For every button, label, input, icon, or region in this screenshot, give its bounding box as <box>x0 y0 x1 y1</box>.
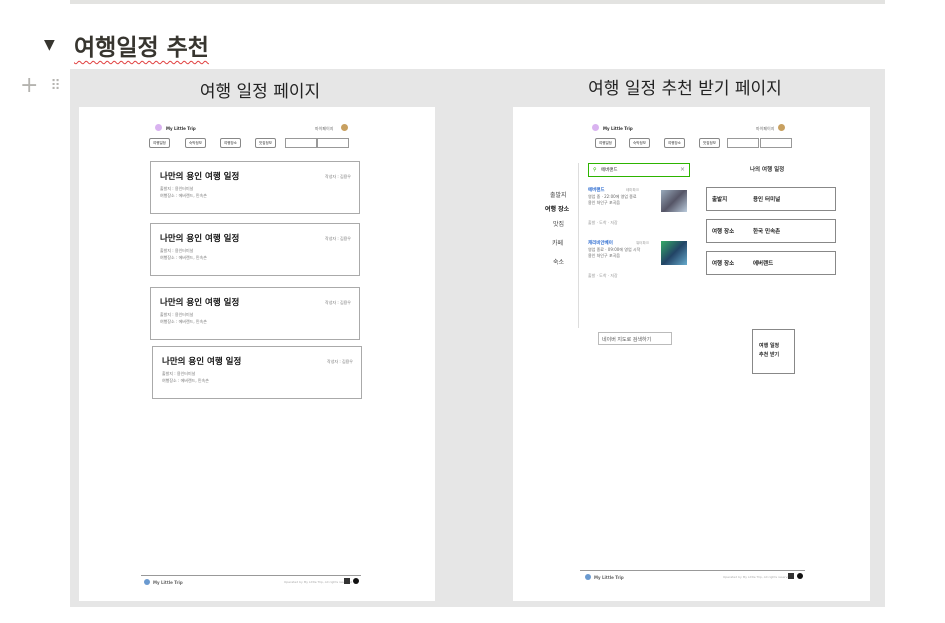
sidebar-item-lodging[interactable]: 숙소 <box>553 257 564 266</box>
plan-row-2[interactable]: 여행 장소 한국 민속촌 <box>706 219 836 243</box>
toggle-title[interactable]: 여행일정 추천 <box>74 28 209 62</box>
result-name: 캐리비안베이 <box>588 241 613 246</box>
footer-divider <box>141 575 361 576</box>
left-column-title: 여행 일정 페이지 <box>199 82 321 102</box>
card-start: 출발지 : 용인터미널 <box>160 312 194 317</box>
right-page-mockup: My Little Trip 마이페이지 여행일정 숙박정보 여행장소 맛집정보… <box>513 107 870 601</box>
logo-icon <box>592 124 599 131</box>
card-places: 여행장소 : 에버랜드, 민속촌 <box>160 193 207 198</box>
card-start: 출발지 : 용인터미널 <box>162 371 196 376</box>
result-actions[interactable]: 출발 · 도착 · 저장 <box>588 220 618 226</box>
recommend-label-1: 여행 일정 <box>759 343 780 349</box>
card-start: 출발지 : 용인터미널 <box>160 186 194 191</box>
footer-logo-icon <box>144 579 150 585</box>
recommend-label-2: 추천 받기 <box>759 352 780 358</box>
result-name: 에버랜드 <box>588 188 605 193</box>
github-icon[interactable] <box>353 578 359 584</box>
nav-item-3[interactable]: 여행장소 <box>220 138 241 148</box>
image-table: 여행 일정 페이지 여행 일정 추천 받기 페이지 My Little Trip… <box>70 69 885 607</box>
nav-item-2[interactable]: 숙박정보 <box>629 138 650 148</box>
card-author: 작성자 : 김용우 <box>327 359 353 364</box>
footer-copyright: Operated by My Little Trip, All rights r… <box>723 575 792 579</box>
plan-card-2[interactable]: 나만의 용인 여행 일정 작성자 : 김용우 출발지 : 용인터미널 여행장소 … <box>150 223 360 276</box>
plan-label: 여행 장소 <box>712 229 735 235</box>
footer-logo: My Little Trip <box>594 575 624 580</box>
site-logo: My Little Trip <box>603 126 633 131</box>
nav-search-box[interactable] <box>727 138 759 148</box>
site-logo: My Little Trip <box>166 126 196 131</box>
footer-copyright: Operated by My Little Trip, All rights r… <box>284 580 353 584</box>
nav-item-3[interactable]: 여행장소 <box>664 138 685 148</box>
sidebar-item-food[interactable]: 맛집 <box>553 219 564 228</box>
footer-logo: My Little Trip <box>153 580 183 585</box>
sidebar-divider <box>578 163 579 328</box>
nav-item-1[interactable]: 여행일정 <box>595 138 616 148</box>
logo-icon <box>155 124 162 131</box>
block-handle[interactable]: + ⠿ <box>20 75 61 97</box>
card-title: 나만의 용인 여행 일정 <box>162 357 242 367</box>
result-tag: 워터파크 <box>636 241 649 245</box>
drag-handle-icon[interactable]: ⠿ <box>50 78 60 94</box>
result-tag: 테마파크 <box>626 188 639 192</box>
clear-icon[interactable]: × <box>680 166 685 173</box>
plan-row-1[interactable]: 출발지 용인 터미널 <box>706 187 836 211</box>
left-page-mockup: My Little Trip 마이페이지 여행일정 숙박정보 여행장소 맛집정보… <box>79 107 435 601</box>
card-title: 나만의 용인 여행 일정 <box>160 298 240 308</box>
plan-label: 출발지 <box>712 197 728 203</box>
result-actions[interactable]: 출발 · 도착 · 저장 <box>588 273 618 279</box>
github-icon[interactable] <box>797 573 803 579</box>
blog-icon[interactable] <box>344 578 350 584</box>
naver-map-search-label: 네이버 지도로 검색하기 <box>602 337 652 343</box>
my-plan-title: 나의 여행 일정 <box>750 167 785 173</box>
recommend-plan-button[interactable]: 여행 일정 추천 받기 <box>752 329 795 374</box>
sidebar-item-cafe[interactable]: 카페 <box>552 238 563 247</box>
footer-logo-icon <box>585 574 591 580</box>
search-value: 에버랜드 <box>601 168 618 173</box>
plan-card-1[interactable]: 나만의 용인 여행 일정 작성자 : 김용우 출발지 : 용인터미널 여행장소 … <box>150 161 360 214</box>
search-icon: ⚲ <box>593 167 597 173</box>
result-thumbnail <box>661 190 687 212</box>
sidebar-item-start[interactable]: 출발지 <box>550 190 567 199</box>
nav-item-4[interactable]: 맛집정보 <box>255 138 276 148</box>
mypage-link[interactable]: 마이페이지 <box>756 126 774 132</box>
plan-value: 용인 터미널 <box>753 197 781 203</box>
result-address: 용인 처인구 포곡읍 <box>588 253 620 258</box>
nav-extra-box[interactable] <box>760 138 792 148</box>
plan-card-3[interactable]: 나만의 용인 여행 일정 작성자 : 김용우 출발지 : 용인터미널 여행장소 … <box>150 287 360 340</box>
plan-value: 한국 민속촌 <box>753 229 781 235</box>
plan-row-3[interactable]: 여행 장소 에버랜드 <box>706 251 836 275</box>
card-start: 출발지 : 용인터미널 <box>160 248 194 253</box>
card-places: 여행장소 : 에버랜드, 민속촌 <box>162 378 209 383</box>
footer-divider <box>580 570 805 571</box>
mypage-link[interactable]: 마이페이지 <box>315 126 333 132</box>
nav-item-4[interactable]: 맛집정보 <box>699 138 720 148</box>
place-search-input[interactable]: ⚲ 에버랜드 × <box>588 163 690 177</box>
card-places: 여행장소 : 에버랜드, 민속촌 <box>160 255 207 260</box>
naver-map-search-button[interactable]: 네이버 지도로 검색하기 <box>598 332 672 345</box>
avatar[interactable] <box>778 124 785 131</box>
result-address: 용인 처인구 포곡읍 <box>588 200 620 205</box>
top-divider <box>70 0 885 4</box>
nav-item-1[interactable]: 여행일정 <box>149 138 170 148</box>
card-author: 작성자 : 김용우 <box>325 174 351 179</box>
plan-value: 에버랜드 <box>753 261 774 267</box>
card-title: 나만의 용인 여행 일정 <box>160 234 240 244</box>
toggle-arrow-icon[interactable]: ▼ <box>44 37 66 53</box>
nav-search-box[interactable] <box>285 138 317 148</box>
nav-extra-box[interactable] <box>317 138 349 148</box>
card-places: 여행장소 : 에버랜드, 민속촌 <box>160 319 207 324</box>
nav-item-2[interactable]: 숙박정보 <box>185 138 206 148</box>
add-block-icon[interactable]: + <box>20 75 38 97</box>
card-title: 나만의 용인 여행 일정 <box>160 172 240 182</box>
right-column-title: 여행 일정 추천 받기 페이지 <box>588 79 782 99</box>
sidebar-item-places[interactable]: 여행 장소 <box>545 204 569 213</box>
avatar[interactable] <box>341 124 348 131</box>
blog-icon[interactable] <box>788 573 794 579</box>
card-author: 작성자 : 김용우 <box>325 236 351 241</box>
plan-label: 여행 장소 <box>712 261 735 267</box>
card-author: 작성자 : 김용우 <box>325 300 351 305</box>
toggle-heading[interactable]: ▼ 여행일정 추천 <box>44 28 209 62</box>
result-thumbnail <box>661 241 687 265</box>
plan-card-4[interactable]: 나만의 용인 여행 일정 작성자 : 김용우 출발지 : 용인터미널 여행장소 … <box>152 346 362 399</box>
